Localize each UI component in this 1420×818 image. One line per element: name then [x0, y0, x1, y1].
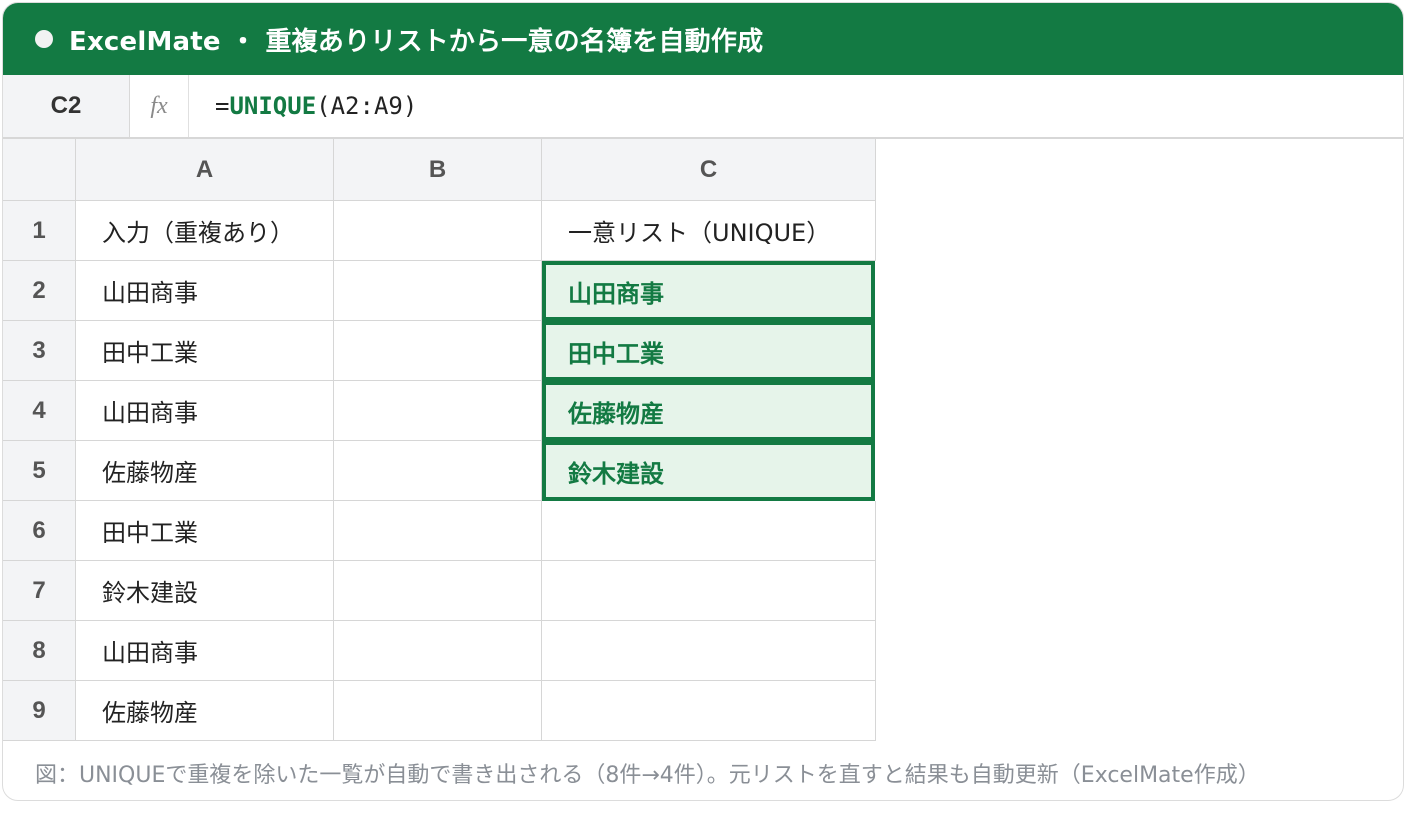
column-header-b[interactable]: B [334, 139, 542, 201]
status-dot-icon [35, 30, 53, 48]
cell-b9[interactable] [334, 681, 542, 741]
formula-input[interactable]: = UNIQUE (A2:A9) [215, 75, 417, 137]
cell-c5-spill[interactable]: 鈴木建設 [542, 441, 875, 501]
row-header[interactable]: 6 [3, 501, 76, 561]
cell-b5[interactable] [334, 441, 542, 501]
cell-c4-spill[interactable]: 佐藤物産 [542, 381, 875, 441]
cell-a3[interactable]: 田中工業 [76, 321, 334, 381]
row-header[interactable]: 9 [3, 681, 76, 741]
cell-c6[interactable] [542, 501, 876, 561]
cell-a9[interactable]: 佐藤物産 [76, 681, 334, 741]
cell-a8[interactable]: 山田商事 [76, 621, 334, 681]
formula-bar: C2 fx = UNIQUE (A2:A9) [3, 75, 1403, 139]
column-header-a[interactable]: A [76, 139, 334, 201]
cell-c2-spill[interactable]: 山田商事 [542, 261, 875, 321]
row-header[interactable]: 7 [3, 561, 76, 621]
row-header[interactable]: 5 [3, 441, 76, 501]
cell-c1[interactable]: 一意リスト（UNIQUE） [542, 201, 876, 261]
cell-b2[interactable] [334, 261, 542, 321]
cell-b6[interactable] [334, 501, 542, 561]
figure-caption: 図：UNIQUEで重複を除いた一覧が自動で書き出される（8件→4件）。元リストを… [35, 763, 1260, 788]
cell-b4[interactable] [334, 381, 542, 441]
row-header[interactable]: 2 [3, 261, 76, 321]
row-header[interactable]: 3 [3, 321, 76, 381]
cell-c9[interactable] [542, 681, 876, 741]
cell-a1[interactable]: 入力（重複あり） [76, 201, 334, 261]
cell-b8[interactable] [334, 621, 542, 681]
name-box[interactable]: C2 [3, 75, 130, 137]
column-header-c[interactable]: C [542, 139, 876, 201]
cell-b7[interactable] [334, 561, 542, 621]
cell-c8[interactable] [542, 621, 876, 681]
row-header[interactable]: 4 [3, 381, 76, 441]
app-title: ExcelMate ・ 重複ありリストから一意の名簿を自動作成 [69, 26, 764, 57]
cell-a4[interactable]: 山田商事 [76, 381, 334, 441]
cell-c3-spill[interactable]: 田中工業 [542, 321, 875, 381]
cell-a2[interactable]: 山田商事 [76, 261, 334, 321]
fx-icon[interactable]: fx [130, 75, 189, 137]
cell-b3[interactable] [334, 321, 542, 381]
title-bar: ExcelMate ・ 重複ありリストから一意の名簿を自動作成 [3, 3, 1403, 75]
cell-c7[interactable] [542, 561, 876, 621]
row-header[interactable]: 8 [3, 621, 76, 681]
cell-a5[interactable]: 佐藤物産 [76, 441, 334, 501]
select-all-corner[interactable] [3, 139, 76, 201]
cell-a7[interactable]: 鈴木建設 [76, 561, 334, 621]
formula-function: UNIQUE [229, 92, 317, 120]
cell-a6[interactable]: 田中工業 [76, 501, 334, 561]
app-window: ExcelMate ・ 重複ありリストから一意の名簿を自動作成 C2 fx = U… [2, 2, 1404, 801]
cell-b1[interactable] [334, 201, 542, 261]
formula-prefix: = [215, 92, 230, 120]
formula-args: (A2:A9) [316, 92, 418, 120]
row-header[interactable]: 1 [3, 201, 76, 261]
